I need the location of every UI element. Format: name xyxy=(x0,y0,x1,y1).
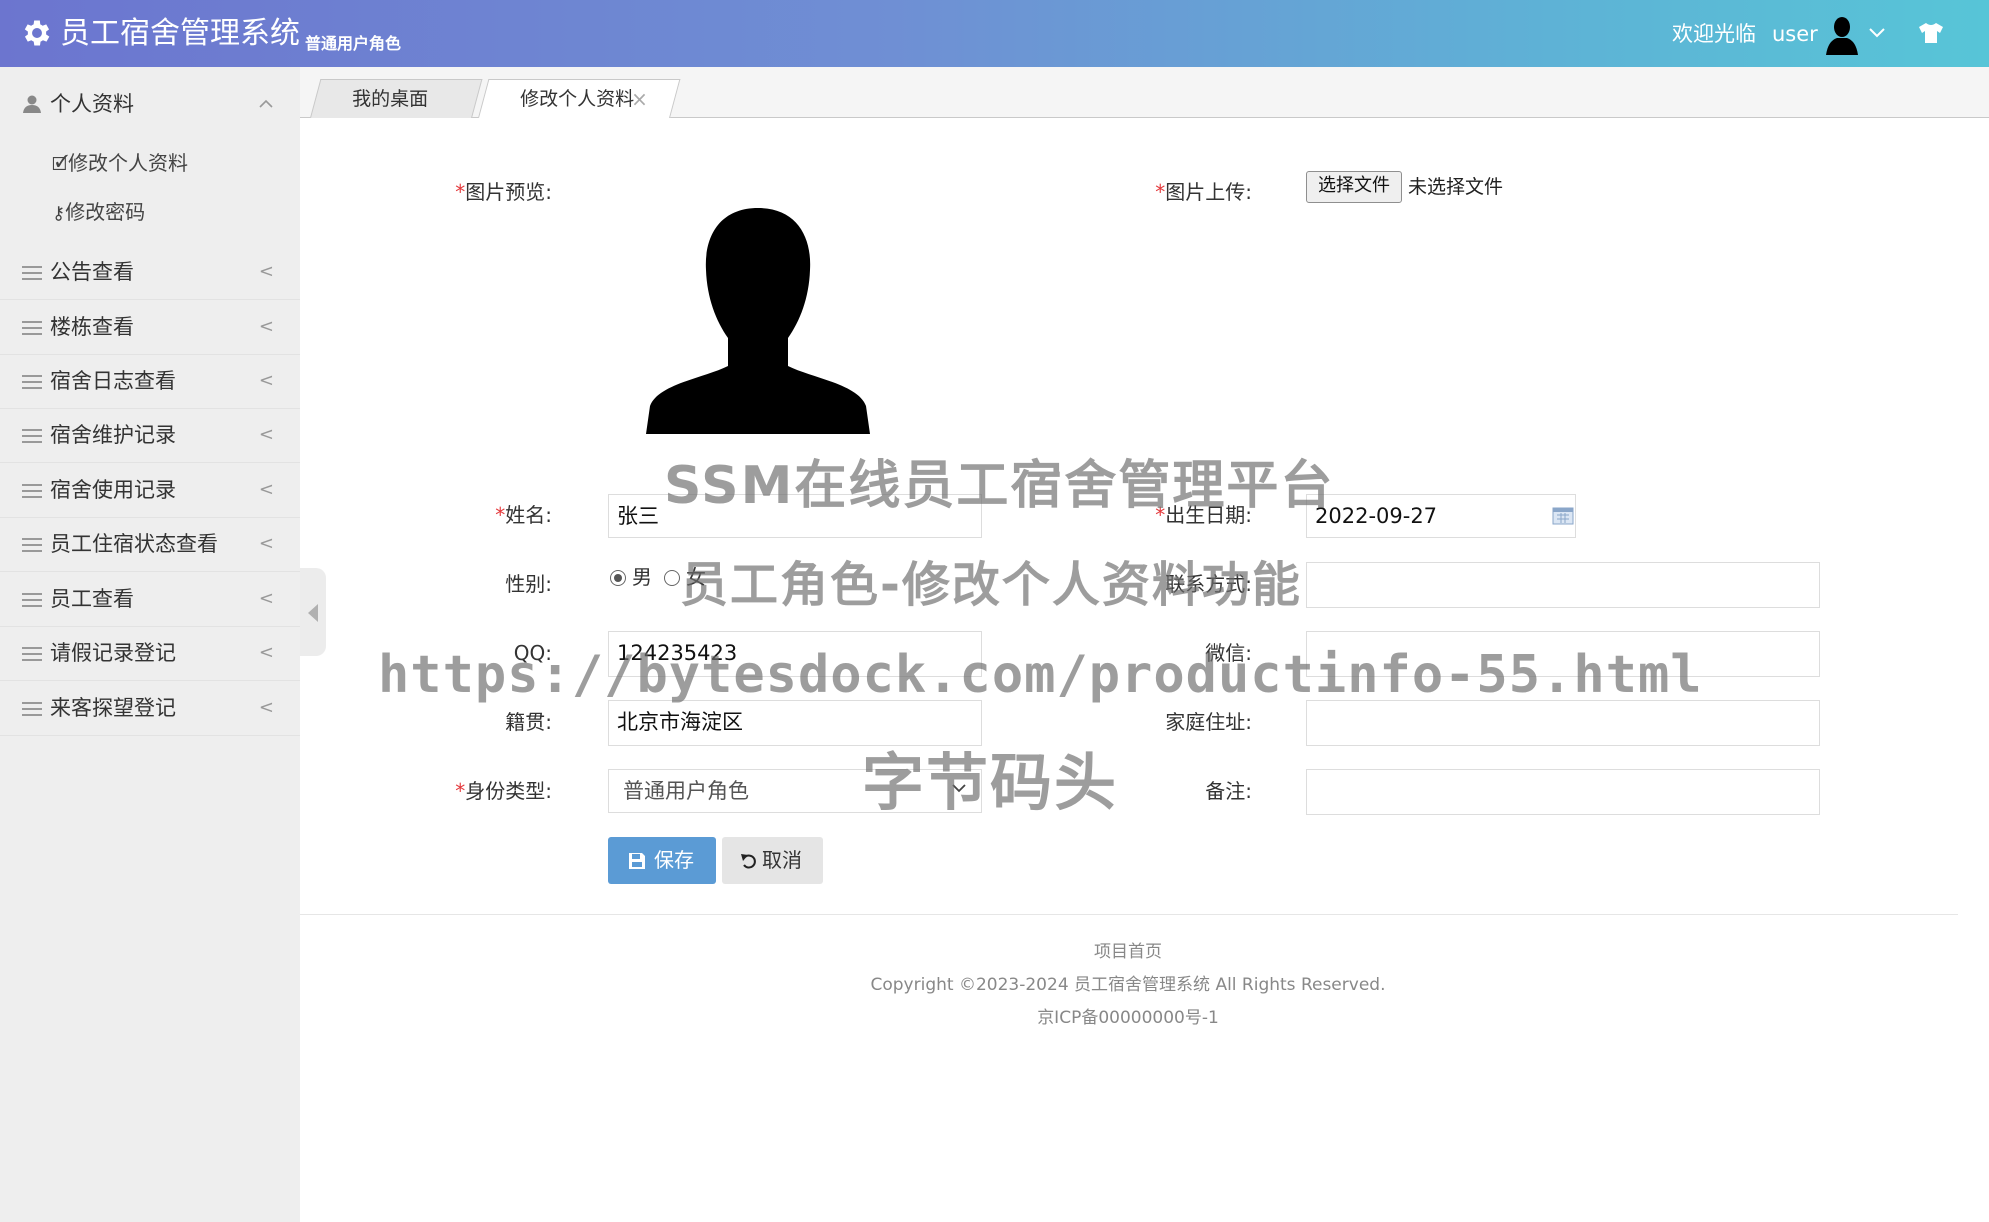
list-icon xyxy=(22,481,42,499)
sidebar-item-label: 请假记录登记 xyxy=(50,641,176,665)
sidebar-group-profile[interactable]: 个人资料 xyxy=(0,77,300,127)
chevron-down-icon[interactable] xyxy=(1868,26,1886,40)
footer-home-link[interactable]: 项目首页 xyxy=(700,940,1556,964)
sidebar-item-usage[interactable]: 宿舍使用记录 < xyxy=(0,463,300,518)
tab-bar: 我的桌面 修改个人资料 × xyxy=(300,67,1989,118)
chevron-left-icon: < xyxy=(258,642,274,663)
remark-input[interactable] xyxy=(1306,769,1820,815)
list-icon xyxy=(22,372,42,390)
save-icon xyxy=(629,853,645,869)
top-header: 员工宿舍管理系统 普通用户角色 欢迎光临 user xyxy=(0,0,1989,67)
chevron-up-icon xyxy=(259,99,273,108)
profile-image-preview xyxy=(646,208,870,434)
gender-label: 性别: xyxy=(505,572,552,596)
sidebar-item-label: 修改密码 xyxy=(65,200,146,224)
identity-type-label: *身份类型: xyxy=(455,779,552,803)
sidebar-item-employees[interactable]: 员工查看 < xyxy=(0,572,300,627)
footer-icp[interactable]: 京ICP备00000000号-1 xyxy=(700,1006,1556,1030)
list-icon xyxy=(22,426,42,444)
app-title: 员工宿舍管理系统 xyxy=(60,16,300,51)
sidebar: 个人资料 🗹修改个人资料 ⚷修改密码 公告查看 < 楼栋查看 < 宿舍日志查看 … xyxy=(0,67,300,1222)
tab-label: 我的桌面 xyxy=(352,88,429,110)
image-preview-label: *图片预览: xyxy=(455,180,552,204)
form-divider xyxy=(300,914,1958,915)
sidebar-item-label: 修改个人资料 xyxy=(68,151,189,175)
sidebar-item-dorm-log[interactable]: 宿舍日志查看 < xyxy=(0,354,300,409)
chevron-left-icon: < xyxy=(258,697,274,718)
sidebar-item-notice[interactable]: 公告查看 < xyxy=(0,245,300,300)
sidebar-item-lodging-status[interactable]: 员工住宿状态查看 < xyxy=(0,517,300,572)
tab-desktop[interactable]: 我的桌面 xyxy=(310,79,483,118)
chevron-left-icon: < xyxy=(258,370,274,391)
sidebar-item-maintenance[interactable]: 宿舍维护记录 < xyxy=(0,408,300,463)
list-icon xyxy=(22,263,42,281)
username[interactable]: user xyxy=(1772,20,1818,48)
sidebar-item-building[interactable]: 楼栋查看 < xyxy=(0,300,300,355)
file-status-text: 未选择文件 xyxy=(1408,176,1504,198)
sidebar-item-label: 员工查看 xyxy=(50,587,134,611)
chevron-left-icon: < xyxy=(258,316,274,337)
sidebar-group-label: 个人资料 xyxy=(50,92,134,116)
sidebar-item-label: 宿舍日志查看 xyxy=(50,369,176,393)
watermark-title: SSM在线员工宿舍管理平台 xyxy=(664,456,1335,516)
home-address-input[interactable] xyxy=(1306,700,1820,746)
list-icon xyxy=(22,699,42,717)
native-place-label: 籍贯: xyxy=(505,710,552,734)
sidebar-collapse-handle[interactable] xyxy=(300,568,326,656)
close-icon[interactable]: × xyxy=(631,80,648,118)
sidebar-item-label: 楼栋查看 xyxy=(50,315,134,339)
key-icon: ⚷ xyxy=(52,203,66,224)
role-subtitle: 普通用户角色 xyxy=(305,34,402,53)
watermark-brand: 字节码头 xyxy=(862,746,1119,819)
save-button-label: 保存 xyxy=(654,848,694,872)
gender-male-label: 男 xyxy=(632,565,652,589)
sidebar-item-edit-profile[interactable]: 🗹修改个人资料 xyxy=(52,149,188,189)
chevron-left-icon: < xyxy=(258,424,274,445)
list-icon xyxy=(22,535,42,553)
list-icon xyxy=(22,318,42,336)
sidebar-item-leave[interactable]: 请假记录登记 < xyxy=(0,626,300,681)
sidebar-item-change-password[interactable]: ⚷修改密码 xyxy=(52,198,145,238)
user-icon xyxy=(23,95,41,113)
welcome-text: 欢迎光临 xyxy=(1672,22,1756,46)
edit-icon: 🗹 xyxy=(52,154,69,175)
footer-copyright: Copyright ©2023-2024 员工宿舍管理系统 All Rights… xyxy=(870,975,1386,995)
chevron-left-icon: < xyxy=(258,261,274,282)
undo-icon xyxy=(741,854,756,869)
chevron-left-icon: < xyxy=(258,479,274,500)
gender-female-radio[interactable] xyxy=(664,570,680,586)
choose-file-button[interactable]: 选择文件 xyxy=(1306,171,1402,203)
gear-icon xyxy=(24,20,50,46)
tab-edit-profile[interactable]: 修改个人资料 × xyxy=(478,79,681,118)
chevron-left-icon: < xyxy=(258,533,274,554)
calendar-icon[interactable] xyxy=(1552,505,1574,525)
contact-input[interactable] xyxy=(1306,562,1820,608)
chevron-left-icon: < xyxy=(258,588,274,609)
watermark-subtitle: 员工角色-修改个人资料功能 xyxy=(680,557,1302,613)
user-avatar-icon[interactable] xyxy=(1822,15,1862,55)
sidebar-item-label: 宿舍使用记录 xyxy=(50,478,176,502)
sidebar-item-label: 员工住宿状态查看 xyxy=(50,532,218,556)
collapse-arrow-icon xyxy=(308,604,318,622)
sidebar-item-label: 来客探望登记 xyxy=(50,696,176,720)
birth-date-input[interactable]: 2022-09-27 xyxy=(1306,494,1576,538)
save-button[interactable]: 保存 xyxy=(608,837,716,884)
list-icon xyxy=(22,644,42,662)
theme-shirt-icon[interactable] xyxy=(1918,21,1944,45)
list-icon xyxy=(22,590,42,608)
sidebar-item-label: 宿舍维护记录 xyxy=(50,423,176,447)
image-upload-label: *图片上传: xyxy=(1155,180,1252,204)
sidebar-item-visitor[interactable]: 来客探望登记 < xyxy=(0,681,300,736)
sidebar-item-label: 公告查看 xyxy=(50,260,134,284)
name-label: *姓名: xyxy=(495,503,552,527)
cancel-button-label: 取消 xyxy=(762,848,802,872)
watermark-url: https://bytesdock.com/productinfo-55.htm… xyxy=(378,645,1703,705)
gender-male-radio[interactable] xyxy=(610,570,626,586)
cancel-button[interactable]: 取消 xyxy=(722,837,823,884)
